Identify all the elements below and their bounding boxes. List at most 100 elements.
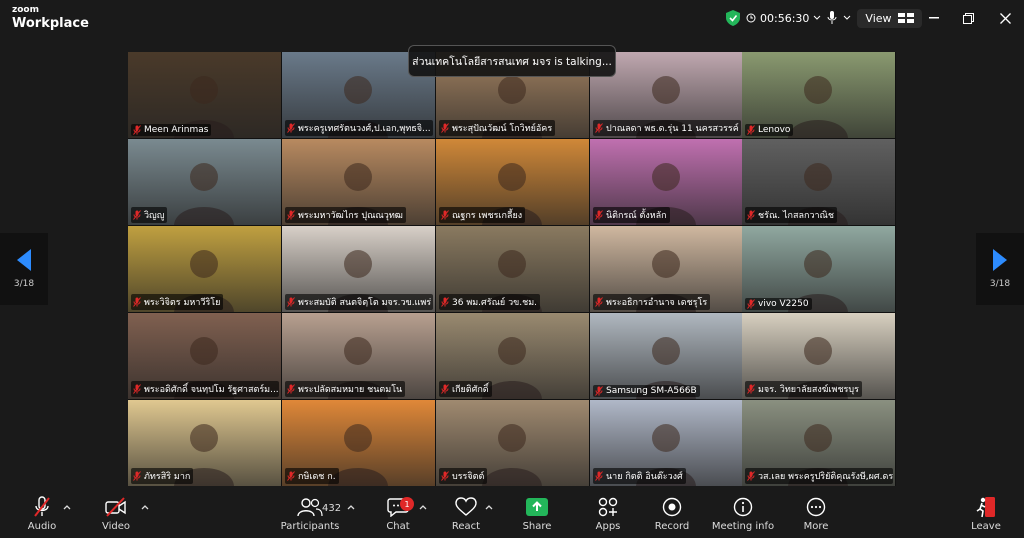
participant-tile[interactable]: พระมหาวัฒไกร ปุณณวุทฒ bbox=[282, 139, 435, 225]
participant-name: ณฐกร เพชรเกลี้ยง bbox=[452, 211, 523, 221]
close-button[interactable] bbox=[995, 8, 1015, 28]
participant-tile[interactable]: วส.เลย พระครูปริยัติคุณรังษี,ผศ.ดร. bbox=[742, 400, 895, 486]
participant-name: กษิเดช ก. bbox=[298, 472, 336, 482]
leave-button[interactable]: Leave bbox=[954, 496, 1018, 536]
page-count-right: 3/18 bbox=[989, 279, 1011, 289]
microphone-muted-icon bbox=[595, 123, 603, 133]
zoom-workplace-logo: zoom Workplace bbox=[12, 6, 89, 31]
participant-name-tag: Samsung SM-A566B bbox=[593, 385, 700, 397]
microphone-muted-icon bbox=[441, 297, 449, 307]
participant-name: มจร. วิทยาลัยสงฆ์เพชรบุร bbox=[758, 385, 859, 395]
participant-tile[interactable]: พระวิจิตร มหาวีริโย bbox=[128, 226, 281, 312]
participant-tile[interactable]: Meen Arinmas bbox=[128, 52, 281, 138]
participant-name-tag: นาย กิตติ อินต๊ะวงศ์ bbox=[593, 468, 686, 484]
participant-tile[interactable]: vivo V2250 bbox=[742, 226, 895, 312]
more-label: More bbox=[803, 521, 829, 532]
restore-icon bbox=[962, 12, 974, 24]
meeting-timer[interactable]: 00:56:30 bbox=[746, 12, 821, 25]
participant-tile[interactable]: มจร. วิทยาลัยสงฆ์เพชรบุร bbox=[742, 313, 895, 399]
participant-name-tag: วิญญู bbox=[131, 207, 168, 223]
record-icon bbox=[662, 497, 682, 517]
apps-button[interactable]: Apps bbox=[576, 496, 640, 536]
more-icon bbox=[806, 497, 826, 517]
share-screen-icon bbox=[526, 498, 548, 516]
microphone-muted-icon bbox=[747, 125, 755, 135]
participant-tile[interactable]: Lenovo bbox=[742, 52, 895, 138]
participant-name-tag: พระสุปัณวัฒน์ โกวิทย์อัคร bbox=[439, 120, 556, 136]
participant-name: ชรัณ. ไกสลกวาณิช bbox=[758, 211, 835, 221]
microphone-muted-icon bbox=[133, 384, 141, 394]
arrow-left-icon bbox=[17, 249, 31, 271]
microphone-muted-icon bbox=[441, 471, 449, 481]
logo-line2: Workplace bbox=[12, 16, 89, 31]
participant-name: Samsung SM-A566B bbox=[606, 386, 697, 396]
participant-name: บรรจิตต์ bbox=[452, 472, 485, 482]
participant-tile[interactable]: บรรจิตต์ bbox=[436, 400, 589, 486]
participant-name-tag: พระสมบัติ สนตจิตฺโต มจร.วข.แพร่ bbox=[285, 294, 433, 310]
microphone-muted-icon bbox=[133, 297, 141, 307]
apps-label: Apps bbox=[595, 521, 621, 532]
minimize-button[interactable] bbox=[924, 8, 944, 28]
microphone-muted-icon bbox=[747, 384, 755, 394]
participant-name-tag: ชรัณ. ไกสลกวาณิช bbox=[745, 207, 838, 223]
participant-name: นาย กิตติ อินต๊ะวงศ์ bbox=[606, 472, 683, 482]
react-options-chevron-icon[interactable] bbox=[484, 502, 494, 512]
participant-tile[interactable]: นิติกรณ์ ตั้งหลัก bbox=[590, 139, 743, 225]
encryption-shield-icon[interactable] bbox=[726, 10, 740, 26]
participant-tile[interactable]: 36 พม.ศรัณย์ วข.ชม. bbox=[436, 226, 589, 312]
microphone-muted-icon bbox=[747, 471, 755, 481]
participant-name: วิญญู bbox=[144, 211, 165, 221]
minimize-icon bbox=[929, 17, 939, 19]
participant-name: พระปลัดสมหมาย ชนตมโน bbox=[298, 385, 403, 395]
participant-tile[interactable]: พระปลัดสมหมาย ชนตมโน bbox=[282, 313, 435, 399]
record-button[interactable]: Record bbox=[640, 496, 704, 536]
microphone-muted-icon bbox=[133, 125, 141, 135]
restore-button[interactable] bbox=[958, 8, 978, 28]
share-button[interactable]: Share bbox=[505, 496, 569, 536]
chat-options-chevron-icon[interactable] bbox=[418, 502, 428, 512]
participant-tile[interactable]: พระอดิศักดิ์ จนทฺปโม รัฐศาสตร์ม... bbox=[128, 313, 281, 399]
microphone-muted-icon bbox=[595, 471, 603, 481]
participant-tile[interactable]: ณฐกร เพชรเกลี้ยง bbox=[436, 139, 589, 225]
participant-name-tag: นิติกรณ์ ตั้งหลัก bbox=[593, 207, 670, 223]
more-button[interactable]: More bbox=[784, 496, 848, 536]
gallery-view: Meen Arinmas พระครูเทศรัตนวงศ์,ป.เอก,พุทธ… bbox=[128, 52, 896, 486]
participant-tile[interactable]: กษิเดช ก. bbox=[282, 400, 435, 486]
video-button[interactable]: Video bbox=[84, 496, 148, 536]
share-label: Share bbox=[522, 521, 552, 532]
participant-name-tag: 36 พม.ศรัณย์ วข.ชม. bbox=[439, 294, 541, 310]
participant-tile[interactable]: พระอธิการอำนาจ เดชรุโร bbox=[590, 226, 743, 312]
participant-name: Lenovo bbox=[758, 125, 791, 135]
participant-tile[interactable]: ชรัณ. ไกสลกวาณิช bbox=[742, 139, 895, 225]
next-page-button[interactable]: 3/18 bbox=[976, 233, 1024, 305]
participant-tile[interactable]: เกียติศักดิ์ bbox=[436, 313, 589, 399]
chevron-down-icon[interactable] bbox=[843, 15, 851, 21]
title-bar: zoom Workplace 00:56:30 View bbox=[0, 0, 1024, 36]
microphone-muted-icon bbox=[287, 123, 295, 133]
meeting-status: 00:56:30 View bbox=[726, 6, 922, 30]
participant-tile[interactable]: พระสมบัติ สนตจิตฺโต มจร.วข.แพร่ bbox=[282, 226, 435, 312]
leave-icon bbox=[976, 497, 995, 518]
microphone-level-icon[interactable] bbox=[827, 11, 837, 25]
record-label: Record bbox=[654, 521, 690, 532]
audio-options-chevron-icon[interactable] bbox=[62, 502, 72, 512]
participants-options-chevron-icon[interactable] bbox=[346, 502, 356, 512]
previous-page-button[interactable]: 3/18 bbox=[0, 233, 48, 305]
participant-name-tag: กษิเดช ก. bbox=[285, 468, 339, 484]
participant-tile[interactable]: นาย กิตติ อินต๊ะวงศ์ bbox=[590, 400, 743, 486]
participant-tile[interactable]: วิญญู bbox=[128, 139, 281, 225]
view-button[interactable]: View bbox=[857, 8, 922, 28]
participant-name: เกียติศักดิ์ bbox=[452, 385, 489, 395]
participant-tile[interactable]: ภัทรสิริ มาก bbox=[128, 400, 281, 486]
arrow-right-icon bbox=[993, 249, 1007, 271]
video-options-chevron-icon[interactable] bbox=[140, 502, 150, 512]
meeting-info-button[interactable]: Meeting info bbox=[711, 496, 775, 536]
participant-name-tag: ปาณลดา พธ.ด.รุ่น 11 นครสวรรค์ bbox=[593, 120, 741, 136]
microphone-muted-icon bbox=[595, 297, 603, 307]
participants-button[interactable]: Participants bbox=[278, 496, 342, 536]
participant-name: พระอดิศักดิ์ จนทฺปโม รัฐศาสตร์ม... bbox=[144, 385, 279, 395]
participant-tile[interactable]: Samsung SM-A566B bbox=[590, 313, 743, 399]
chevron-down-icon bbox=[814, 15, 821, 20]
microphone-muted-icon bbox=[34, 496, 50, 517]
participant-name-tag: พระวิจิตร มหาวีริโย bbox=[131, 294, 224, 310]
